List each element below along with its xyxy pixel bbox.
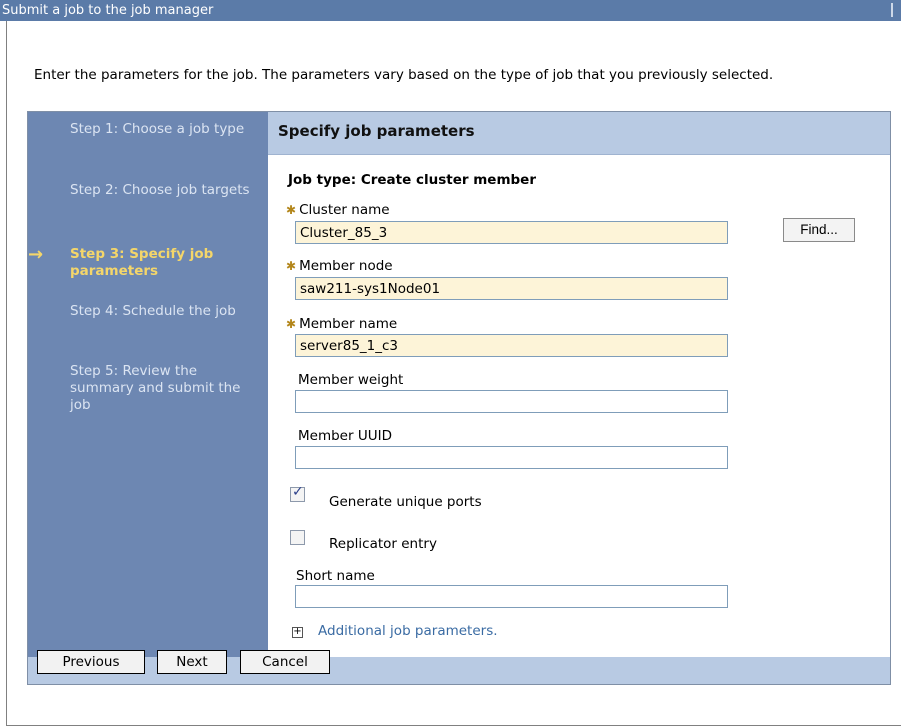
window-title: Submit a job to the job manager xyxy=(2,3,214,18)
cluster-name-input[interactable] xyxy=(295,221,728,244)
member-node-label: ✱ Member node xyxy=(286,258,393,274)
asterisk-icon: ✱ xyxy=(286,203,297,217)
step-4: Step 4: Schedule the job xyxy=(70,303,236,319)
window-title-bar: Submit a job to the job manager xyxy=(0,0,901,21)
generate-ports-checkbox[interactable] xyxy=(290,484,305,502)
parameters-panel: Specify job parameters Job type: Create … xyxy=(268,112,890,657)
additional-params-link[interactable]: Additional job parameters. xyxy=(318,623,498,639)
member-uuid-label: Member UUID xyxy=(298,428,392,444)
intro-text: Enter the parameters for the job. The pa… xyxy=(34,67,774,83)
replicator-entry-label: Replicator entry xyxy=(329,536,437,552)
generate-ports-label: Generate unique ports xyxy=(329,494,482,510)
step-5: Step 5: Review the summary and submit th… xyxy=(70,363,241,413)
panel-title: Specify job parameters xyxy=(278,122,475,140)
asterisk-icon: ✱ xyxy=(286,259,297,273)
member-uuid-input[interactable] xyxy=(295,446,728,469)
right-arrow-icon: → xyxy=(28,244,44,265)
member-name-label: ✱ Member name xyxy=(286,316,398,332)
wizard: Step 1: Choose a job type Step 2: Choose… xyxy=(27,111,891,685)
find-button[interactable]: Find... xyxy=(783,218,855,242)
cancel-button[interactable]: Cancel xyxy=(240,650,330,674)
member-name-input[interactable] xyxy=(295,334,728,357)
member-weight-label: Member weight xyxy=(298,372,404,388)
member-node-input[interactable] xyxy=(295,277,728,300)
short-name-input[interactable] xyxy=(295,585,728,608)
job-type-label: Job type: Create cluster member xyxy=(288,172,536,188)
next-button[interactable]: Next xyxy=(157,650,227,674)
step-2: Step 2: Choose job targets xyxy=(70,182,250,198)
step-3: Step 3: Specify job parameters xyxy=(70,246,214,279)
step-1: Step 1: Choose a job type xyxy=(70,121,245,137)
steps-sidebar: Step 1: Choose a job type Step 2: Choose… xyxy=(28,112,268,657)
minimize-icon[interactable] xyxy=(891,3,899,17)
replicator-entry-checkbox[interactable] xyxy=(290,530,305,545)
plus-box-icon[interactable]: + xyxy=(292,627,303,638)
panel-header: Specify job parameters xyxy=(268,112,890,155)
short-name-label: Short name xyxy=(296,568,375,584)
previous-button[interactable]: Previous xyxy=(37,650,145,674)
cluster-name-label: ✱ Cluster name xyxy=(286,202,390,218)
asterisk-icon: ✱ xyxy=(286,317,297,331)
member-weight-input[interactable] xyxy=(295,390,728,413)
